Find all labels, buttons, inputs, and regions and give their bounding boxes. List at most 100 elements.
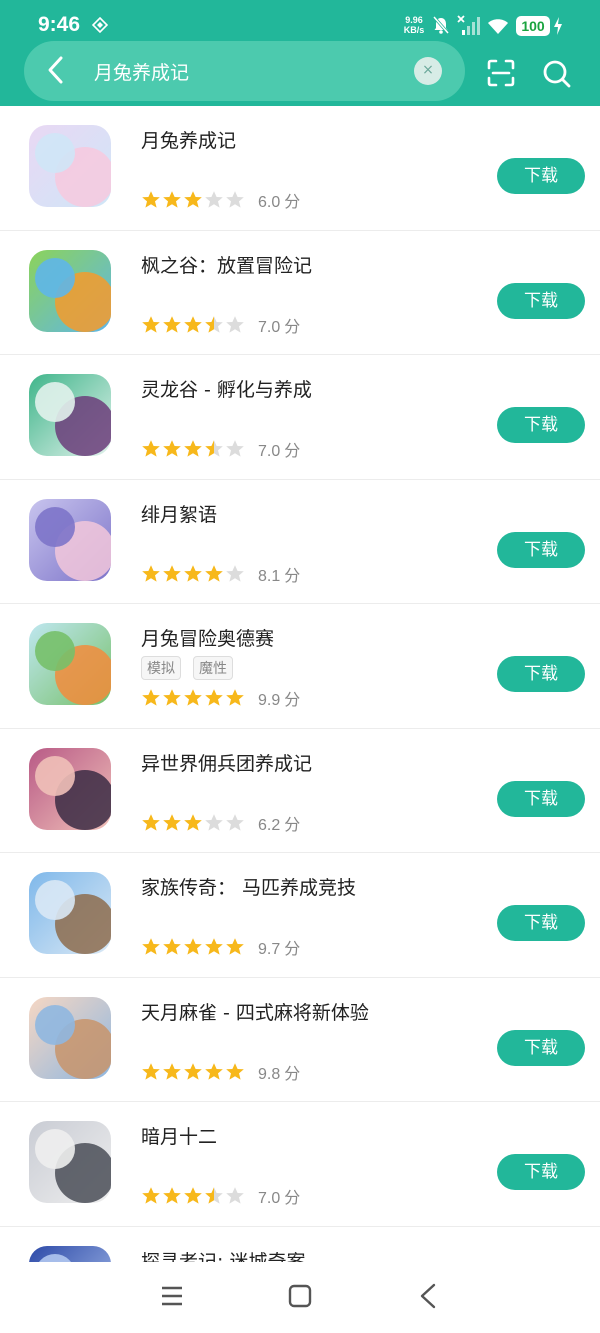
star-icon — [226, 1062, 244, 1080]
app-icon[interactable] — [29, 374, 111, 456]
app-score: 7.0 分 — [258, 437, 300, 461]
download-button[interactable]: 下载 — [497, 780, 585, 817]
app-score: 7.0 分 — [258, 313, 300, 337]
back-icon[interactable] — [418, 1283, 438, 1309]
download-button[interactable]: 下载 — [497, 1029, 585, 1066]
app-rating: 7.0 分 — [141, 313, 300, 337]
star-icon — [142, 315, 160, 333]
star-icon — [205, 1062, 223, 1080]
app-tag: 魔性 — [193, 656, 233, 680]
star-icon — [184, 564, 202, 582]
app-icon[interactable] — [29, 872, 111, 954]
star-icon — [163, 315, 181, 333]
back-arrow-icon[interactable] — [42, 54, 70, 86]
app-name[interactable]: 绯月絮语 — [141, 500, 217, 527]
net-speed-unit: KB/s — [403, 25, 425, 35]
app-name[interactable]: 月兔冒险奥德赛 — [141, 624, 274, 651]
app-score-unit: 分 — [284, 814, 301, 834]
app-rating: 7.0 分 — [141, 437, 300, 461]
star-icon — [163, 689, 181, 706]
app-icon[interactable] — [29, 1121, 111, 1203]
net-speed: 9.96 KB/s — [400, 15, 428, 35]
signal-icon — [457, 15, 480, 35]
star-icon — [205, 813, 223, 831]
star-icon — [142, 1062, 160, 1080]
app-rating: 6.0 分 — [141, 188, 300, 212]
app-name[interactable]: 异世界佣兵团养成记 — [141, 749, 312, 776]
clear-icon[interactable]: × — [414, 57, 442, 85]
app-list-item[interactable]: 暗月十二 7.0 分 下载 — [0, 1102, 600, 1227]
app-score-value: 7.0 — [258, 443, 281, 460]
app-icon[interactable] — [29, 747, 111, 830]
app-rating: 6.2 分 — [141, 811, 300, 835]
app-tags: 模拟 魔性 — [141, 656, 233, 680]
download-button[interactable]: 下载 — [497, 905, 585, 941]
star-icon — [205, 191, 223, 208]
vpn-icon — [92, 17, 108, 33]
download-button[interactable]: 下载 — [497, 1154, 585, 1190]
search-icon[interactable] — [542, 58, 572, 90]
app-rating: 9.7 分 — [141, 935, 300, 959]
star-icon — [205, 1187, 223, 1204]
app-icon[interactable] — [29, 498, 111, 581]
star-icon — [142, 813, 160, 831]
app-score-unit: 分 — [284, 690, 301, 709]
scan-icon[interactable] — [486, 58, 516, 88]
app-name[interactable]: 暗月十二 — [141, 1122, 217, 1149]
star-icon — [205, 564, 223, 582]
app-name[interactable]: 家族传奇： 马匹养成竞技 — [141, 873, 356, 900]
star-icon — [226, 689, 244, 706]
app-score-value: 9.9 — [258, 692, 281, 709]
app-icon[interactable] — [29, 125, 111, 207]
app-icon[interactable] — [29, 623, 111, 705]
star-icon — [142, 938, 160, 955]
download-button[interactable]: 下载 — [497, 407, 585, 443]
home-icon[interactable] — [288, 1284, 312, 1308]
app-list-item[interactable]: 月兔养成记 6.0 分 下载 — [0, 106, 600, 231]
app-rating: 7.0 分 — [141, 1184, 300, 1208]
app-rating: 8.1 分 — [141, 562, 300, 586]
app-list-item[interactable]: 天月麻雀 - 四式麻将新体验 9.8 分 下载 — [0, 978, 600, 1102]
star-icon — [205, 440, 223, 457]
star-icon — [205, 689, 223, 706]
search-results-list[interactable]: 月兔养成记 6.0 分下载 枫之谷：放置冒险记 7.0 分下载 灵龙谷 - 孵化与养成 7.0… — [0, 106, 600, 1262]
app-score: 7.0 分 — [258, 1184, 300, 1208]
app-icon[interactable] — [29, 1245, 111, 1262]
star-icon — [226, 564, 244, 582]
download-button[interactable]: 下载 — [497, 282, 585, 319]
app-name[interactable]: 天月麻雀 - 四式麻将新体验 — [141, 998, 369, 1025]
app-icon[interactable] — [29, 249, 111, 332]
app-score-unit: 分 — [284, 565, 301, 585]
app-name[interactable]: 探寻者记: 迷城奇案 — [141, 1247, 305, 1263]
app-list-item[interactable]: 绯月絮语 8.1 分 下载 — [0, 480, 600, 604]
app-list-item[interactable]: 灵龙谷 - 孵化与养成 7.0 分 下载 — [0, 355, 600, 480]
app-list-item[interactable]: 月兔冒险奥德赛 模拟 魔性 9.9 分 下载 — [0, 604, 600, 729]
search-input[interactable]: 月兔养成记 — [94, 58, 189, 85]
download-button[interactable]: 下载 — [497, 656, 585, 692]
system-nav-bar — [0, 1262, 600, 1333]
app-list-item[interactable]: 异世界佣兵团养成记 6.2 分 下载 — [0, 729, 600, 853]
app-list-item[interactable]: 枫之谷：放置冒险记 7.0 分 下载 — [0, 231, 600, 355]
app-icon[interactable] — [29, 996, 111, 1079]
app-score-value: 6.0 — [258, 194, 281, 211]
star-icon — [163, 440, 181, 457]
wifi-icon — [488, 19, 508, 34]
search-bar[interactable] — [24, 41, 465, 101]
download-button[interactable]: 下载 — [497, 531, 585, 568]
mute-bell-icon — [432, 16, 450, 34]
app-list-item[interactable]: 探寻者记: 迷城奇案 — [0, 1227, 600, 1263]
app-score: 6.2 分 — [258, 811, 300, 835]
top-header: 9:46 9.96 KB/s 100 月兔养成记 × — [0, 0, 600, 106]
app-name[interactable]: 枫之谷：放置冒险记 — [141, 251, 312, 278]
star-icon — [184, 1062, 202, 1080]
app-list-item[interactable]: 家族传奇： 马匹养成竞技 9.7 分 下载 — [0, 853, 600, 978]
app-score: 9.9 分 — [258, 686, 300, 710]
star-icon — [142, 1187, 160, 1204]
app-name[interactable]: 月兔养成记 — [141, 126, 236, 153]
menu-icon[interactable] — [160, 1284, 184, 1308]
app-name[interactable]: 灵龙谷 - 孵化与养成 — [141, 375, 312, 402]
download-button[interactable]: 下载 — [497, 158, 585, 194]
star-icon — [205, 315, 223, 333]
app-score-unit: 分 — [284, 192, 301, 211]
star-icon — [226, 938, 244, 955]
